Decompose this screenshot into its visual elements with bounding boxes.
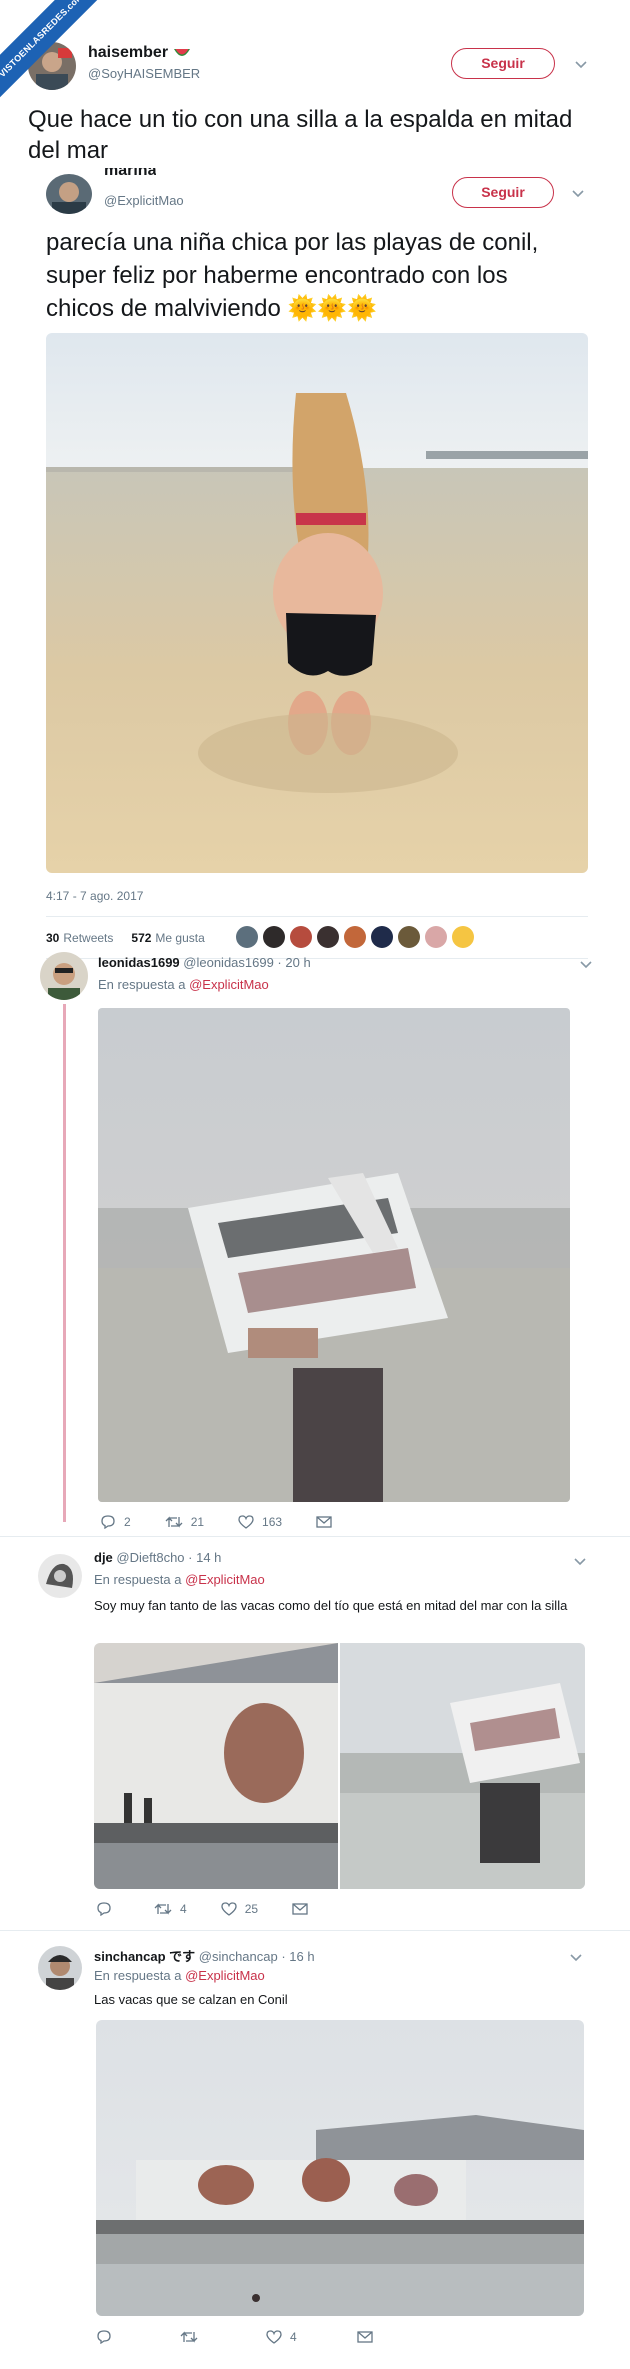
author-name[interactable]: sinchancap です — [94, 1949, 195, 1964]
avatar[interactable] — [317, 926, 339, 948]
retweet-icon — [154, 1903, 172, 1915]
chevron-down-icon[interactable] — [572, 185, 584, 201]
reply-to-handle[interactable]: @ExplicitMao — [185, 1968, 265, 1983]
chevron-down-icon[interactable] — [575, 56, 587, 72]
tweet-text: Que hace un tio con una silla a la espal… — [28, 106, 573, 164]
like-button[interactable]: 25 — [221, 1902, 258, 1916]
tweet-photo-left[interactable] — [94, 1643, 338, 1889]
in-reply-to: En respuesta a @ExplicitMao — [94, 1968, 265, 1983]
like-count: 163 — [262, 1515, 283, 1529]
retweet-label[interactable]: Retweets — [63, 931, 113, 945]
like-button[interactable]: 4 — [266, 2330, 297, 2344]
reply-to-handle[interactable]: @ExplicitMao — [185, 1572, 265, 1587]
divider — [46, 916, 588, 917]
reply-button[interactable] — [96, 2330, 120, 2344]
avatar[interactable] — [344, 926, 366, 948]
reply-button[interactable]: 2 — [100, 1515, 131, 1529]
follow-button[interactable]: Seguir — [451, 48, 555, 79]
author-name[interactable]: marina — [104, 168, 156, 180]
retweet-icon — [165, 1516, 183, 1528]
retweet-icon — [180, 2331, 198, 2343]
retweet-button[interactable]: 4 — [154, 1902, 187, 1916]
heart-icon — [266, 2330, 282, 2344]
thinking-face-icon[interactable] — [452, 926, 474, 948]
tweet-timestamp[interactable]: 4:17 - 7 ago. 2017 — [46, 889, 143, 903]
chevron-down-icon[interactable] — [580, 956, 592, 972]
like-count: 4 — [290, 2330, 297, 2344]
reply-header: dje @Dieft8cho · 14 h — [94, 1550, 221, 1565]
tweet-actions: 4 — [96, 2330, 373, 2344]
divider — [0, 1536, 630, 1537]
avatar[interactable] — [263, 926, 285, 948]
in-reply-to: En respuesta a @ExplicitMao — [98, 977, 269, 992]
avatar[interactable] — [38, 1946, 82, 1990]
tweet-text: Soy muy fan tanto de las vacas como del … — [94, 1598, 568, 1613]
watermelon-icon — [174, 46, 190, 56]
chevron-down-icon[interactable] — [574, 1553, 586, 1569]
author-name[interactable]: leonidas1699 — [98, 955, 180, 970]
like-count[interactable]: 572 — [131, 931, 151, 945]
stats-bar: 30 Retweets 572 Me gusta — [46, 931, 205, 945]
chevron-down-icon[interactable] — [570, 1949, 582, 1965]
reply-header: sinchancap です @sinchancap · 16 h — [94, 1946, 315, 1965]
heart-icon — [221, 1902, 237, 1916]
retweet-button[interactable]: 21 — [165, 1515, 204, 1529]
tweet-photo-right[interactable] — [340, 1643, 585, 1889]
dm-button[interactable] — [357, 2331, 373, 2343]
reply-icon — [101, 1515, 115, 1529]
dm-button[interactable] — [316, 1516, 332, 1528]
reply-button[interactable] — [96, 1902, 120, 1916]
avatar[interactable] — [38, 1554, 82, 1598]
mail-icon — [357, 2331, 373, 2343]
tweet-photo[interactable] — [98, 1008, 570, 1502]
tweet-actions: 2 21 163 — [100, 1515, 332, 1529]
reply-to-handle[interactable]: @ExplicitMao — [189, 977, 269, 992]
author-handle[interactable]: @SoyHAISEMBER — [88, 66, 200, 81]
author-meta[interactable]: @sinchancap · 16 h — [199, 1949, 315, 1964]
tweet-text: parecía una niña chica por las playas de… — [46, 229, 539, 322]
tweet-photo[interactable] — [96, 2020, 584, 2316]
avatar[interactable] — [371, 926, 393, 948]
author-handle[interactable]: @ExplicitMao — [104, 193, 184, 208]
author-meta[interactable]: @Dieft8cho · 14 h — [116, 1550, 221, 1565]
divider — [0, 1930, 630, 1931]
author-name[interactable]: dje — [94, 1550, 113, 1565]
heart-icon — [238, 1515, 254, 1529]
tweet-text: Las vacas que se calzan en Conil — [94, 1992, 288, 2007]
retweet-count: 21 — [190, 1515, 205, 1529]
like-count: 25 — [244, 1902, 259, 1916]
reply-count: 2 — [124, 1515, 131, 1529]
author-meta[interactable]: @leonidas1699 · 20 h — [183, 955, 310, 970]
avatar[interactable] — [290, 926, 312, 948]
avatar[interactable] — [398, 926, 420, 948]
tweet-actions: 4 25 — [96, 1902, 308, 1916]
retweet-count: 4 — [180, 1902, 187, 1916]
follow-button[interactable]: Seguir — [452, 177, 554, 208]
reply-icon — [97, 2330, 111, 2344]
tweet-photo[interactable] — [46, 333, 588, 873]
like-button[interactable]: 163 — [238, 1515, 282, 1529]
author-name[interactable]: haisember — [88, 44, 168, 62]
retweet-count[interactable]: 30 — [46, 931, 59, 945]
like-label[interactable]: Me gusta — [155, 931, 204, 945]
liker-avatars — [236, 926, 474, 948]
avatar[interactable] — [425, 926, 447, 948]
thread-line — [63, 1004, 66, 1522]
avatar[interactable] — [40, 952, 88, 1000]
dm-button[interactable] — [292, 1903, 308, 1915]
avatar[interactable] — [46, 174, 92, 214]
mail-icon — [316, 1516, 332, 1528]
retweet-button[interactable] — [180, 2330, 206, 2344]
in-reply-to: En respuesta a @ExplicitMao — [94, 1572, 265, 1587]
avatar[interactable] — [236, 926, 258, 948]
reply-icon — [97, 1902, 111, 1916]
mail-icon — [292, 1903, 308, 1915]
reply-header: leonidas1699 @leonidas1699 · 20 h — [98, 955, 311, 970]
